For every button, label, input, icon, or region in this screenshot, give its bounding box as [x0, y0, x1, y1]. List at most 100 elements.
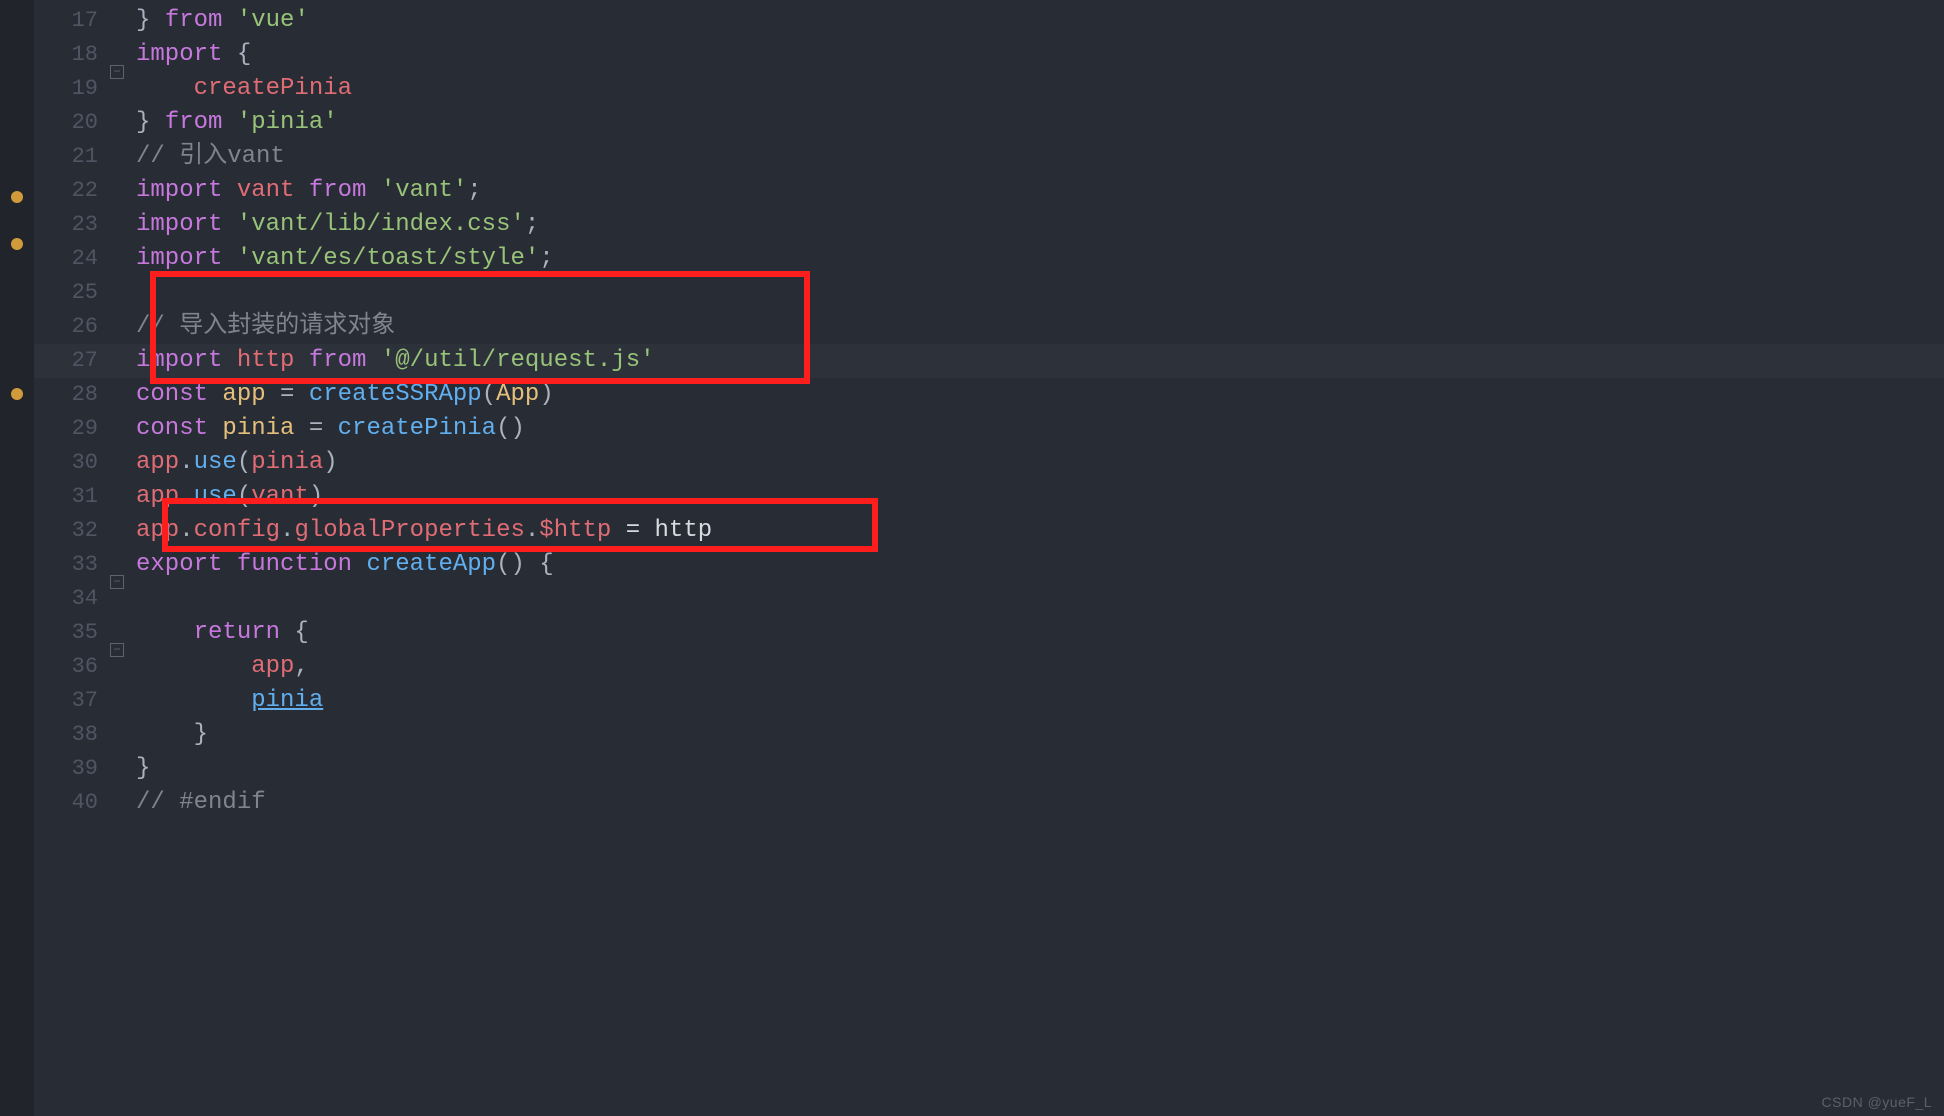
token: 'vant/es/toast/style' [237, 245, 539, 272]
code-line[interactable]: 30 app.use(pinia) [34, 446, 1944, 480]
token: function [237, 551, 352, 578]
line-number: 27 [34, 344, 106, 378]
code-line[interactable]: 17} from 'vue' [34, 4, 1944, 38]
token: } [136, 721, 208, 748]
line-number: 40 [34, 786, 106, 820]
code-line[interactable]: 34 [34, 582, 1944, 616]
code-line[interactable]: 23import 'vant/lib/index.css'; [34, 208, 1944, 242]
code-content[interactable]: return { [130, 616, 1944, 650]
token [222, 109, 236, 136]
code-line[interactable]: 35− return { [34, 616, 1944, 650]
code-line[interactable]: 25 [34, 276, 1944, 310]
code-content[interactable]: const pinia = createPinia() [130, 412, 1944, 446]
token: } [136, 109, 165, 136]
token: // 导入封装的请求对象 [136, 313, 395, 340]
token: = [266, 381, 309, 408]
code-content[interactable]: } [130, 718, 1944, 752]
token [136, 687, 251, 714]
code-content[interactable]: createPinia [130, 72, 1944, 106]
code-line[interactable]: 18−import { [34, 38, 1944, 72]
code-content[interactable]: export function createApp() { [130, 548, 1944, 582]
code-area[interactable]: 17} from 'vue'18−import {19 createPinia2… [34, 0, 1944, 1116]
code-content[interactable]: import http from '@/util/request.js' [130, 344, 1944, 378]
code-line[interactable]: 26// 导入封装的请求对象 [34, 310, 1944, 344]
token: $http [539, 517, 611, 544]
code-line[interactable]: 37 pinia [34, 684, 1944, 718]
token: export [136, 551, 222, 578]
code-line[interactable]: 28const app = createSSRApp(App) [34, 378, 1944, 412]
code-content[interactable]: app.use(vant) [130, 480, 1944, 514]
fold-collapse-icon[interactable]: − [110, 575, 124, 589]
token: 'vant' [381, 177, 467, 204]
token [294, 177, 308, 204]
line-number: 24 [34, 242, 106, 276]
token [222, 347, 236, 374]
token [150, 7, 164, 34]
code-line[interactable]: 38 } [34, 718, 1944, 752]
token: app [136, 449, 179, 476]
token [352, 551, 366, 578]
code-content[interactable]: app, [130, 650, 1944, 684]
token [222, 211, 236, 238]
line-number: 39 [34, 752, 106, 786]
code-line[interactable]: 40 // #endif [34, 786, 1944, 820]
fold-collapse-icon[interactable]: − [110, 65, 124, 79]
token: createSSRApp [309, 381, 482, 408]
token: const [136, 381, 208, 408]
token: http [237, 347, 295, 374]
code-line[interactable]: 32 app.config.globalProperties.$http = ht… [34, 514, 1944, 548]
fold-collapse-icon[interactable]: − [110, 643, 124, 657]
marker-dot [11, 238, 23, 250]
code-line[interactable]: 39} [34, 752, 1944, 786]
code-line[interactable]: 19 createPinia [34, 72, 1944, 106]
code-line[interactable]: 29 const pinia = createPinia() [34, 412, 1944, 446]
code-line[interactable]: 33−export function createApp() { [34, 548, 1944, 582]
marker-gutter [0, 0, 34, 1116]
code-line[interactable]: 21// 引入vant [34, 140, 1944, 174]
token: , [294, 653, 308, 680]
code-content[interactable]: import { [130, 38, 1944, 72]
code-content[interactable]: } [130, 752, 1944, 786]
line-number: 29 [34, 412, 106, 446]
token: vant [237, 177, 295, 204]
code-content[interactable]: } from 'vue' [130, 4, 1944, 38]
token: } [136, 7, 150, 34]
token: ( [237, 483, 251, 510]
code-content[interactable]: pinia [130, 684, 1944, 718]
token: use [194, 483, 237, 510]
line-number: 38 [34, 718, 106, 752]
code-content[interactable]: // 引入vant [130, 140, 1944, 174]
code-line[interactable]: 36 app, [34, 650, 1944, 684]
token: () { [496, 551, 554, 578]
code-line[interactable]: 24 import 'vant/es/toast/style'; [34, 242, 1944, 276]
token: ) [323, 449, 337, 476]
line-number: 30 [34, 446, 106, 480]
code-line[interactable]: 31app.use(vant) [34, 480, 1944, 514]
code-line[interactable]: 20} from 'pinia' [34, 106, 1944, 140]
code-content[interactable]: import 'vant/es/toast/style'; [130, 242, 1944, 276]
line-number: 32 [34, 514, 106, 548]
token: from [309, 347, 367, 374]
code-content[interactable]: app.use(pinia) [130, 446, 1944, 480]
code-content[interactable]: const app = createSSRApp(App) [130, 378, 1944, 412]
token: config [194, 517, 280, 544]
token: app [136, 517, 179, 544]
token [136, 75, 194, 102]
code-content[interactable]: app.config.globalProperties.$http = http [130, 514, 1944, 548]
token: ( [237, 449, 251, 476]
code-line[interactable]: 27 import http from '@/util/request.js' [34, 344, 1944, 378]
token: . [179, 483, 193, 510]
token [366, 177, 380, 204]
code-editor[interactable]: 17} from 'vue'18−import {19 createPinia2… [0, 0, 1944, 1116]
token: import [136, 347, 222, 374]
code-content[interactable]: // #endif [130, 786, 1944, 820]
token: pinia [222, 415, 294, 442]
token: { [280, 619, 309, 646]
code-content[interactable]: import 'vant/lib/index.css'; [130, 208, 1944, 242]
code-content[interactable]: import vant from 'vant'; [130, 174, 1944, 208]
code-line[interactable]: 22import vant from 'vant'; [34, 174, 1944, 208]
code-content[interactable]: // 导入封装的请求对象 [130, 310, 1944, 344]
code-content[interactable]: } from 'pinia' [130, 106, 1944, 140]
token [208, 381, 222, 408]
line-number: 34 [34, 582, 106, 616]
